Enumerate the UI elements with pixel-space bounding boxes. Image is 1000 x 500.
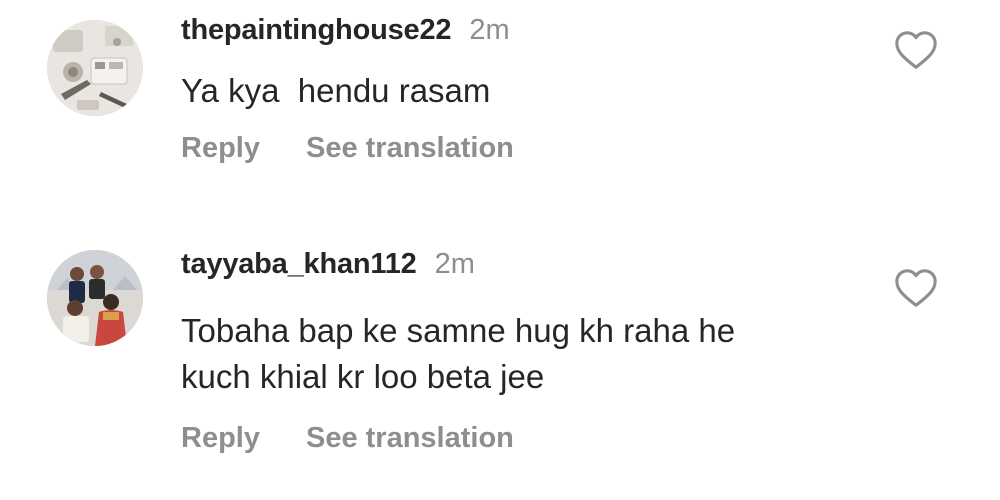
comment-meta: tayyaba_khan112 2m bbox=[181, 248, 880, 284]
comment-item: tayyaba_khan112 2m Tobaha bap ke samne h… bbox=[0, 230, 1000, 500]
comment-text: Tobaha bap ke samne hug kh raha he kuch … bbox=[181, 308, 880, 400]
comment-line: Tobaha bap ke samne hug kh raha he bbox=[181, 312, 736, 349]
comment-text: Ya kya hendu rasam bbox=[181, 68, 880, 114]
username[interactable]: tayyaba_khan112 bbox=[181, 248, 417, 281]
heart-outline-icon bbox=[895, 269, 937, 307]
comment-actions: Reply See translation bbox=[181, 422, 880, 455]
username[interactable]: thepaintinghouse22 bbox=[181, 14, 452, 47]
heart-outline-icon bbox=[895, 31, 937, 69]
see-translation-button[interactable]: See translation bbox=[306, 132, 514, 165]
timestamp: 2m bbox=[469, 14, 510, 46]
like-button[interactable] bbox=[893, 28, 939, 74]
comment-meta: thepaintinghouse22 2m bbox=[181, 14, 880, 50]
paint-supplies-avatar-icon bbox=[47, 20, 143, 116]
reply-button[interactable]: Reply bbox=[181, 422, 260, 455]
comment-actions: Reply See translation bbox=[181, 132, 880, 165]
comment-item: thepaintinghouse22 2m Ya kya hendu rasam… bbox=[0, 0, 1000, 230]
like-button[interactable] bbox=[893, 266, 939, 312]
reply-button[interactable]: Reply bbox=[181, 132, 260, 165]
see-translation-button[interactable]: See translation bbox=[306, 422, 514, 455]
comment-line: Ya kya hendu rasam bbox=[181, 72, 491, 109]
user-avatar[interactable] bbox=[47, 250, 143, 346]
family-photo-avatar-icon bbox=[47, 250, 143, 346]
user-avatar[interactable] bbox=[47, 20, 143, 116]
timestamp: 2m bbox=[434, 248, 475, 280]
comment-line: kuch khial kr loo beta jee bbox=[181, 358, 545, 395]
